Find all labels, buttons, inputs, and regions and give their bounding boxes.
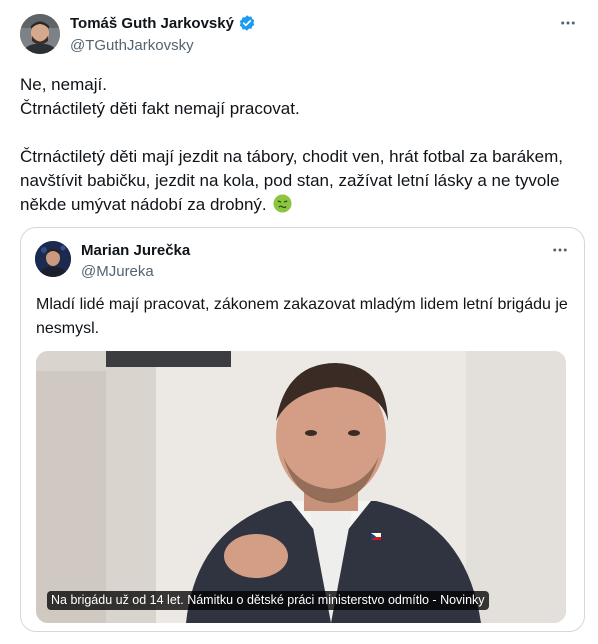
verified-badge-icon bbox=[238, 14, 256, 32]
quoted-author-handle[interactable]: @MJureka bbox=[81, 263, 154, 280]
quoted-media-image[interactable]: Na brigádu už od 14 let. Námitku o dětsk… bbox=[36, 351, 566, 623]
author-avatar[interactable] bbox=[20, 14, 60, 54]
quoted-tweet[interactable]: Marian Jurečka @MJureka Mladí lidé mají … bbox=[20, 227, 585, 632]
nauseated-face-icon bbox=[273, 194, 292, 213]
quoted-author-avatar[interactable] bbox=[35, 241, 71, 277]
post-text-line: Čtrnáctiletý děti fakt nemají pracovat. bbox=[20, 99, 300, 118]
more-horizontal-icon[interactable] bbox=[556, 14, 580, 38]
tweet: Tomáš Guth Jarkovský @TGuthJarkovsky Ne,… bbox=[0, 0, 598, 644]
post-text-paragraph: Čtrnáctiletý děti mají jezdit na tábory,… bbox=[20, 145, 585, 217]
author-name-row: Tomáš Guth Jarkovský bbox=[70, 14, 256, 32]
more-horizontal-icon[interactable] bbox=[548, 241, 572, 265]
quoted-author-name[interactable]: Marian Jurečka bbox=[81, 242, 190, 259]
author-handle[interactable]: @TGuthJarkovsky bbox=[70, 37, 194, 54]
post-text-line: Ne, nemají. bbox=[20, 75, 107, 94]
post-text: Ne, nemají. Čtrnáctiletý děti fakt nemaj… bbox=[20, 73, 585, 217]
author-name[interactable]: Tomáš Guth Jarkovský bbox=[70, 15, 234, 32]
media-caption: Na brigádu už od 14 let. Námitku o dětsk… bbox=[47, 591, 489, 610]
quoted-text: Mladí lidé mají pracovat, zákonem zakazo… bbox=[36, 296, 568, 337]
